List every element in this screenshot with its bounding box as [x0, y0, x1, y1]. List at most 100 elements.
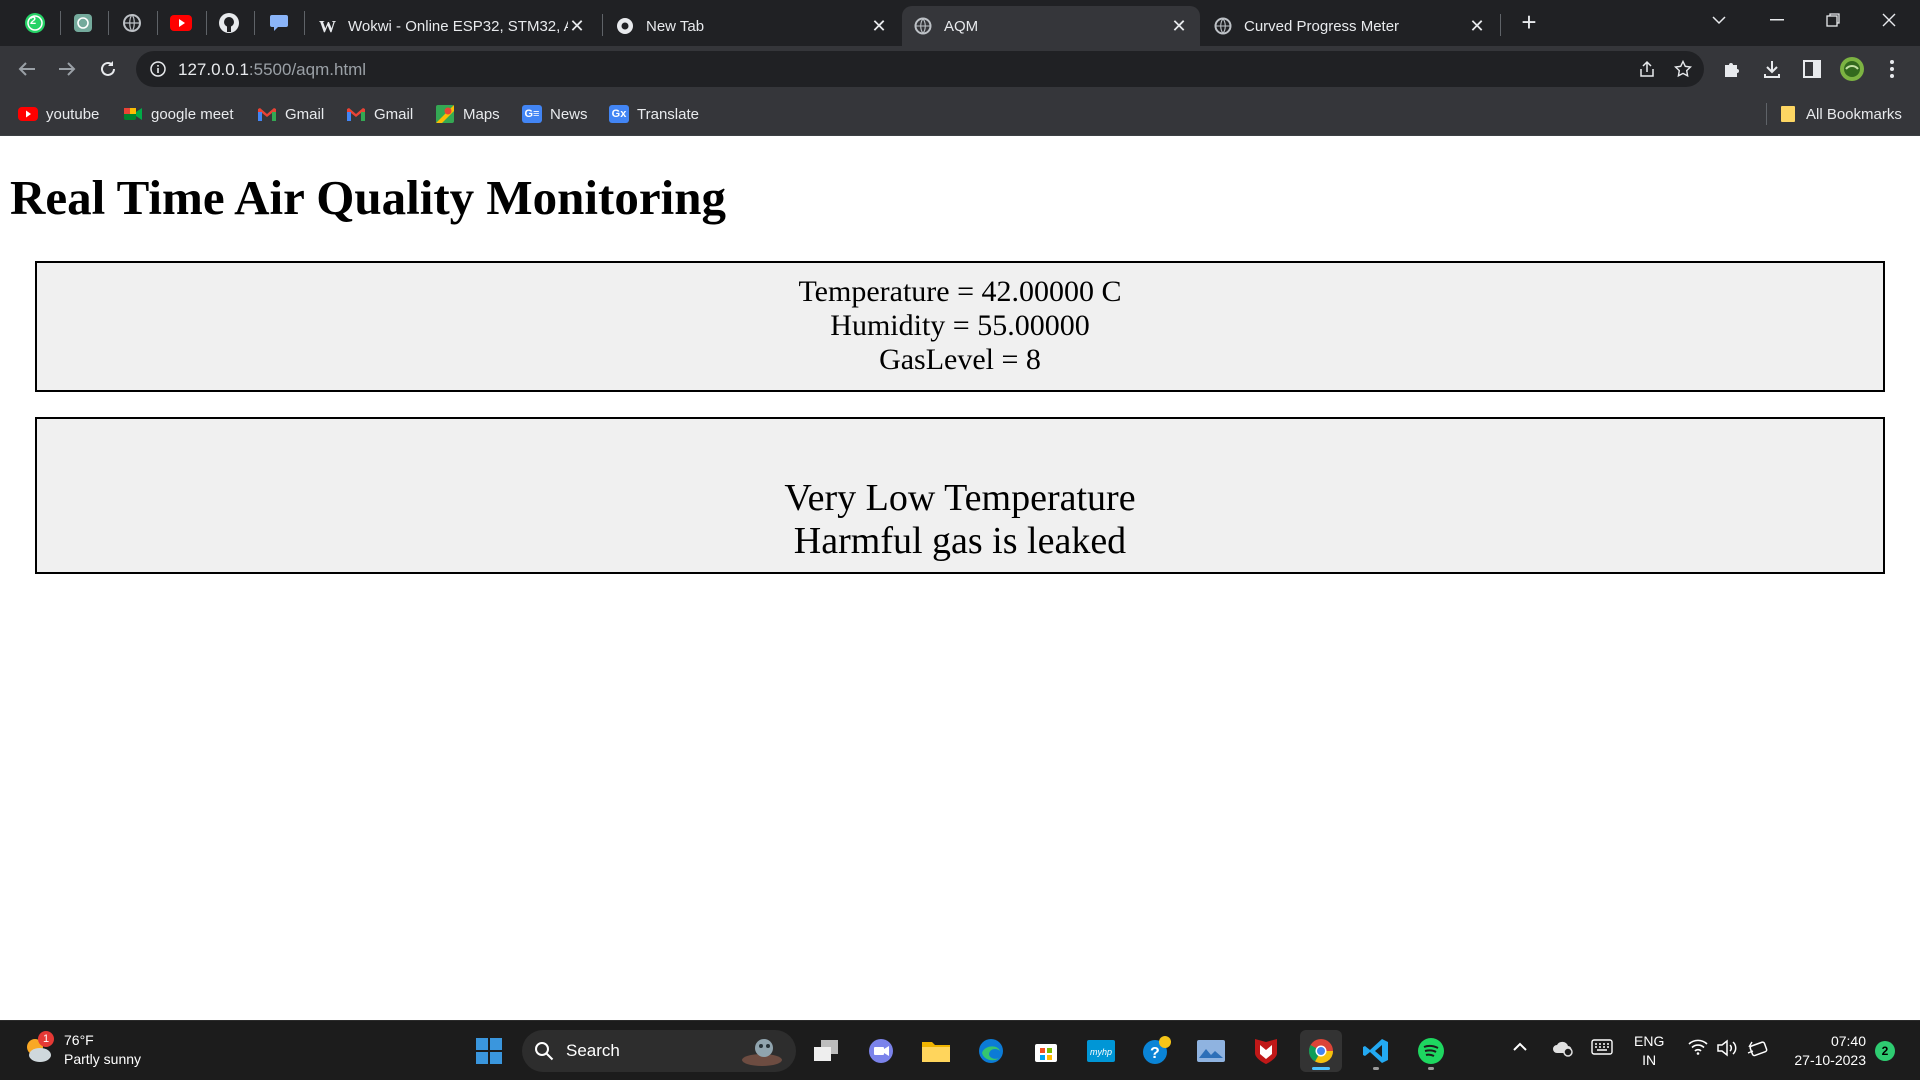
gas-level-reading: GasLevel = 8	[879, 343, 1041, 376]
side-panel-icon	[1803, 60, 1821, 78]
svg-text:W: W	[319, 17, 336, 35]
chrome-icon	[1308, 1039, 1333, 1064]
pinned-tab-chat[interactable]	[264, 8, 294, 38]
edge-button[interactable]	[970, 1030, 1012, 1072]
store-button[interactable]	[1025, 1030, 1067, 1072]
gmail-icon	[257, 105, 277, 123]
region-code: IN	[1642, 1052, 1657, 1068]
browser-tab-strip: 2 W Wokwi - Online ESP32, STM32, A ✕ New…	[0, 0, 1920, 46]
github-icon	[219, 13, 239, 33]
menu-button[interactable]	[1876, 53, 1908, 85]
bookmark-gmail[interactable]: Gmail	[346, 101, 413, 127]
temperature-alert: Very Low Temperature	[784, 477, 1136, 519]
pinned-tab-youtube[interactable]	[166, 8, 196, 38]
tab-search-button[interactable]	[1696, 0, 1742, 40]
alerts-panel: Very Low Temperature Harmful gas is leak…	[35, 417, 1885, 574]
volume-button[interactable]	[1716, 1039, 1738, 1061]
weather-badge: 1	[38, 1031, 54, 1047]
info-icon[interactable]	[150, 61, 166, 77]
meet-icon	[123, 105, 143, 123]
mcafee-button[interactable]	[1245, 1030, 1287, 1072]
arrow-left-icon	[18, 62, 35, 76]
forward-button[interactable]	[51, 53, 83, 85]
battery-button[interactable]	[1746, 1039, 1768, 1063]
new-tab-button[interactable]: +	[1514, 8, 1544, 38]
network-button[interactable]	[1688, 1039, 1708, 1059]
tab-new-tab[interactable]: New Tab ✕	[604, 6, 900, 46]
weather-widget[interactable]: 1 76°F Partly sunny	[22, 1031, 141, 1069]
gmail-icon	[346, 105, 366, 123]
bookmark-news[interactable]: G≡ News	[522, 101, 588, 127]
star-icon[interactable]	[1674, 60, 1692, 78]
weather-icon: 1	[22, 1031, 54, 1066]
pinned-tab-globe[interactable]	[117, 8, 147, 38]
profile-button[interactable]	[1836, 53, 1868, 85]
bookmark-label: Gmail	[285, 105, 325, 123]
bookmark-maps[interactable]: Maps	[435, 101, 500, 127]
tab-wokwi[interactable]: W Wokwi - Online ESP32, STM32, A ✕	[306, 6, 598, 46]
bookmark-youtube[interactable]: youtube	[18, 101, 99, 127]
bookmark-translate[interactable]: Gx Translate	[609, 101, 699, 127]
taskbar-search[interactable]: Search	[522, 1030, 796, 1072]
close-icon	[1882, 13, 1896, 27]
spotify-button[interactable]	[1410, 1030, 1452, 1072]
pinned-tab-github[interactable]	[214, 8, 244, 38]
tab-curved-progress-meter[interactable]: Curved Progress Meter ✕	[1202, 6, 1498, 46]
vscode-button[interactable]	[1355, 1030, 1397, 1072]
touch-keyboard-button[interactable]	[1591, 1039, 1613, 1059]
all-bookmarks-button[interactable]: All Bookmarks	[1778, 101, 1902, 127]
language-indicator[interactable]: ENG IN	[1634, 1032, 1664, 1070]
address-bar[interactable]: 127.0.0.1:5500/aqm.html	[136, 51, 1704, 87]
pinned-tab-whatsapp[interactable]: 2	[20, 8, 50, 38]
svg-text:myhp: myhp	[1090, 1047, 1112, 1057]
sensor-readings-panel: Temperature = 42.00000 C Humidity = 55.0…	[35, 261, 1885, 392]
start-button[interactable]	[468, 1030, 510, 1072]
file-explorer-button[interactable]	[915, 1030, 957, 1072]
close-icon[interactable]: ✕	[1468, 16, 1486, 37]
photos-button[interactable]	[1190, 1030, 1232, 1072]
system-clock[interactable]: 07:40 27-10-2023	[1786, 1032, 1866, 1070]
bookmark-gmail[interactable]: Gmail	[257, 101, 324, 127]
get-help-button[interactable]: ?	[1135, 1030, 1177, 1072]
notification-badge[interactable]: 2	[1875, 1041, 1895, 1061]
avatar	[1840, 57, 1864, 81]
close-icon[interactable]: ✕	[870, 16, 888, 37]
search-placeholder: Search	[566, 1041, 620, 1060]
side-panel-button[interactable]	[1796, 53, 1828, 85]
chevron-up-icon	[1513, 1042, 1527, 1051]
clock-date: 27-10-2023	[1794, 1052, 1866, 1068]
task-view-button[interactable]	[805, 1030, 847, 1072]
reload-button[interactable]	[92, 53, 124, 85]
chatgpt-icon	[74, 14, 92, 32]
bookmark-label: Translate	[637, 105, 699, 123]
gas-alert: Harmful gas is leaked	[793, 520, 1127, 562]
onedrive-button[interactable]	[1552, 1039, 1574, 1061]
minimize-button[interactable]	[1754, 0, 1800, 40]
chrome-taskbar-button[interactable]	[1300, 1030, 1342, 1072]
temperature-reading: Temperature = 42.00000 C	[798, 275, 1122, 308]
clock-time: 07:40	[1830, 1033, 1866, 1049]
wifi-icon	[1688, 1039, 1708, 1055]
cloud-icon	[1553, 1041, 1573, 1057]
close-window-button[interactable]	[1866, 0, 1912, 40]
globe-icon	[123, 14, 141, 32]
share-icon[interactable]	[1638, 60, 1656, 78]
teams-chat-button[interactable]	[860, 1030, 902, 1072]
tab-title: Curved Progress Meter	[1244, 17, 1400, 35]
bookmark-google-meet[interactable]: google meet	[123, 101, 234, 127]
hp-app-button[interactable]: myhp	[1080, 1030, 1122, 1072]
restore-button[interactable]	[1810, 0, 1856, 40]
close-icon[interactable]: ✕	[568, 16, 586, 37]
back-button[interactable]	[11, 53, 43, 85]
extensions-button[interactable]	[1716, 53, 1748, 85]
task-view-icon	[814, 1040, 838, 1061]
downloads-button[interactable]	[1756, 53, 1788, 85]
close-icon[interactable]: ✕	[1170, 16, 1188, 37]
browser-toolbar: 127.0.0.1:5500/aqm.html	[0, 46, 1920, 92]
tab-aqm[interactable]: AQM ✕	[902, 6, 1200, 46]
pinned-tab-chatgpt[interactable]	[68, 8, 98, 38]
show-hidden-icons-button[interactable]	[1512, 1039, 1528, 1056]
running-indicator	[1428, 1067, 1434, 1070]
bookmark-label: News	[550, 105, 588, 123]
chat-icon	[270, 15, 288, 31]
